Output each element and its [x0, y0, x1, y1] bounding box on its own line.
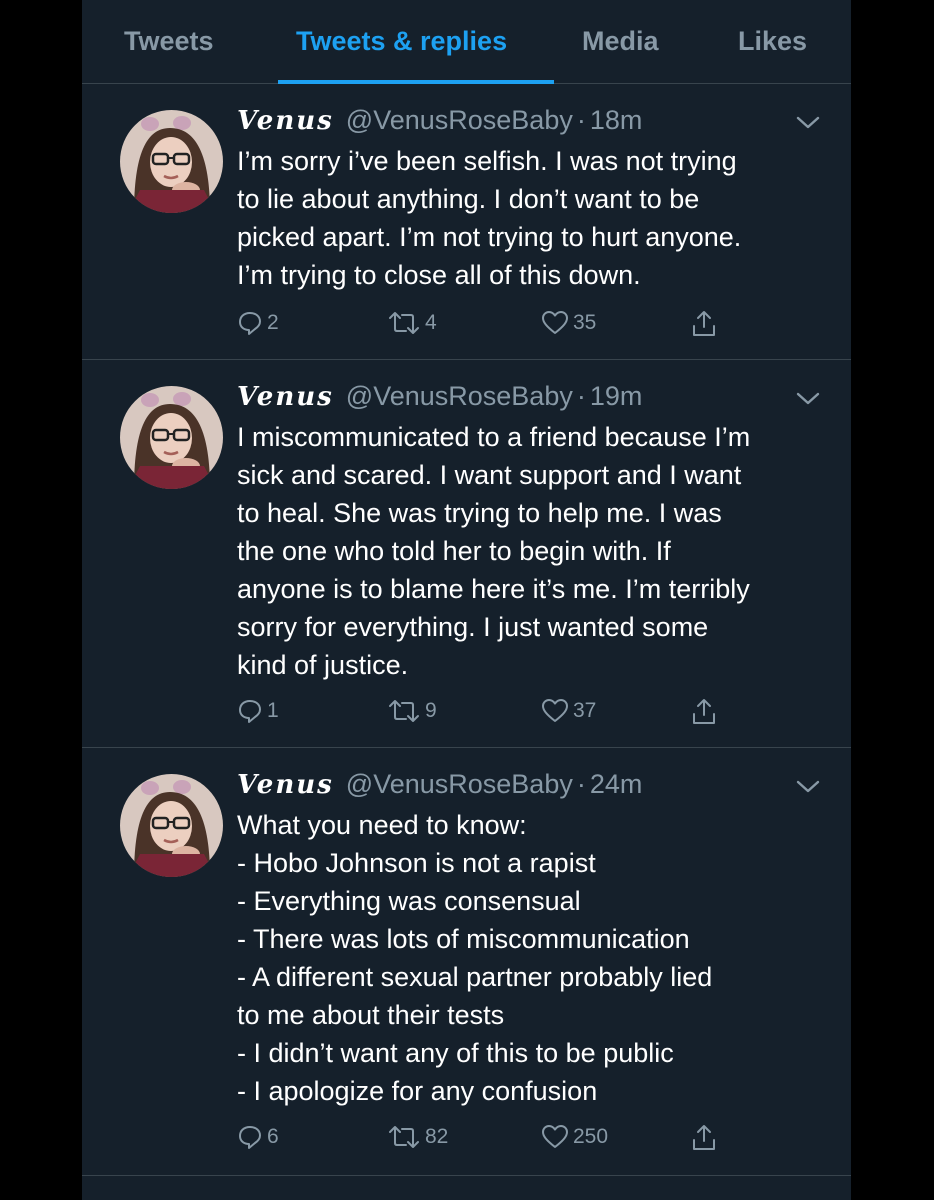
like-count: 250: [573, 1125, 609, 1148]
retweet-count: 82: [425, 1125, 449, 1148]
tweet[interactable]: Venus @VenusRoseBaby · 18m I’m sorry i’v…: [82, 84, 851, 360]
retweet-icon: [389, 700, 419, 722]
user-handle[interactable]: @VenusRoseBaby: [346, 105, 573, 136]
share-icon: [693, 1125, 715, 1150]
reply-count: 2: [267, 311, 279, 334]
chevron-down-icon[interactable]: [795, 390, 821, 408]
reply-icon: [239, 700, 261, 723]
reply-button[interactable]: 2: [237, 310, 279, 336]
tab-likes[interactable]: Likes: [738, 26, 807, 57]
chevron-down-icon[interactable]: [795, 778, 821, 796]
reply-button[interactable]: 6: [237, 1124, 279, 1150]
tweet-actions: 6 82 250: [237, 1124, 737, 1158]
tweet-text: I’m sorry i’ve been selfish. I was not t…: [237, 146, 742, 290]
like-count: 35: [573, 311, 597, 334]
share-button[interactable]: [691, 1124, 717, 1152]
display-name[interactable]: Venus: [237, 770, 334, 800]
heart-icon: [542, 1125, 568, 1148]
like-count: 37: [573, 699, 597, 722]
retweet-button[interactable]: 9: [387, 698, 437, 724]
reply-count: 1: [267, 699, 279, 722]
retweet-icon: [389, 1126, 419, 1148]
tweet[interactable]: Venus @VenusRoseBaby · 19m I miscommunic…: [82, 360, 851, 748]
avatar[interactable]: [120, 386, 223, 489]
like-button[interactable]: 250: [541, 1124, 608, 1150]
tab-media[interactable]: Media: [582, 26, 659, 57]
like-button[interactable]: 35: [541, 310, 596, 336]
separator-dot: ·: [576, 769, 586, 799]
timestamp[interactable]: 18m: [590, 105, 643, 136]
profile-tabs: Tweets Tweets & replies Media Likes: [82, 0, 851, 84]
tweet-actions: 2 4 35: [237, 310, 737, 344]
tweet-header: Venus @VenusRoseBaby · 18m: [237, 105, 642, 136]
reply-icon: [239, 312, 261, 335]
user-handle[interactable]: @VenusRoseBaby: [346, 769, 573, 800]
separator-dot: ·: [576, 381, 586, 411]
tweet-actions: 1 9 37: [237, 698, 737, 732]
reply-button[interactable]: 1: [237, 698, 279, 724]
tweet-header: Venus @VenusRoseBaby · 24m: [237, 769, 642, 800]
tab-tweets-and-replies[interactable]: Tweets & replies: [296, 26, 507, 57]
avatar[interactable]: [120, 774, 223, 877]
avatar[interactable]: [120, 110, 223, 213]
share-icon: [693, 699, 715, 724]
reply-count: 6: [267, 1125, 279, 1148]
share-button[interactable]: [691, 310, 717, 338]
profile-timeline: Tweets Tweets & replies Media Likes Venu…: [82, 0, 851, 1200]
retweet-button[interactable]: 82: [387, 1124, 448, 1150]
retweet-button[interactable]: 4: [387, 310, 437, 336]
tweet[interactable]: Venus @VenusRoseBaby · 24m What you need…: [82, 748, 851, 1176]
display-name[interactable]: Venus: [237, 382, 334, 412]
separator-dot: ·: [576, 105, 586, 135]
retweet-count: 4: [425, 311, 437, 334]
timestamp[interactable]: 19m: [590, 381, 643, 412]
chevron-down-icon[interactable]: [795, 114, 821, 132]
tweet-header: Venus @VenusRoseBaby · 19m: [237, 381, 642, 412]
retweet-icon: [389, 312, 419, 334]
share-icon: [693, 311, 715, 336]
display-name[interactable]: Venus: [237, 106, 334, 136]
user-handle[interactable]: @VenusRoseBaby: [346, 381, 573, 412]
retweet-count: 9: [425, 699, 437, 722]
timestamp[interactable]: 24m: [590, 769, 643, 800]
tab-tweets[interactable]: Tweets: [124, 26, 214, 57]
share-button[interactable]: [691, 698, 717, 726]
heart-icon: [542, 699, 568, 722]
like-button[interactable]: 37: [541, 698, 596, 724]
heart-icon: [542, 311, 568, 334]
tweet-text: I miscommunicated to a friend because I’…: [237, 422, 751, 680]
tweet-text: What you need to know: - Hobo Johnson is…: [237, 810, 713, 1106]
reply-icon: [239, 1126, 261, 1149]
